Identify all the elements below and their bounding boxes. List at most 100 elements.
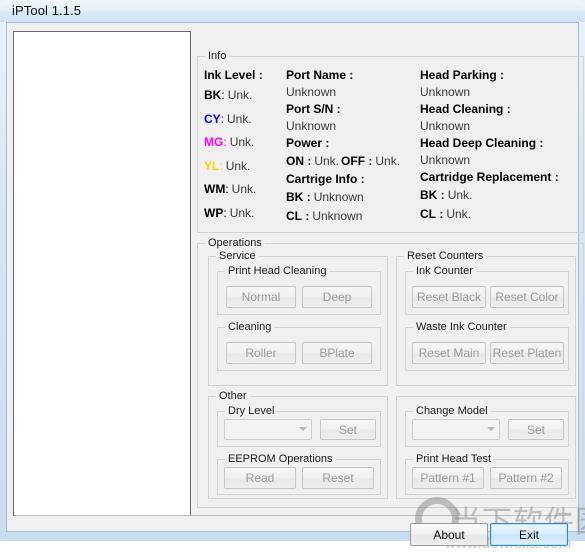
normal-clean-button[interactable]: Normal	[226, 286, 296, 308]
change-model-set-button[interactable]: Set	[508, 419, 564, 440]
head-deep-cleaning-label: Head Deep Cleaning :	[420, 136, 544, 150]
reset-platen-button[interactable]: Reset Platen	[490, 342, 564, 364]
info-group-label: Info	[205, 50, 230, 62]
info-head-column: Head Parking : Unknown Head Cleaning : U…	[420, 67, 580, 224]
about-button[interactable]: About	[410, 523, 488, 546]
ink-row-cy: CY: Unk.	[204, 108, 292, 132]
ink-key-mg: MG	[204, 135, 224, 149]
exit-button[interactable]: Exit	[490, 523, 568, 546]
print-head-test-group: Print Head Test Pattern #1 Pattern #2	[405, 453, 569, 495]
application-window: iPTool 1.1.5 Info Ink Level : BK: Unk. CY…	[0, 0, 585, 552]
ink-row-bk: BK: Unk.	[204, 84, 292, 108]
ink-row-mg: MG: Unk.	[204, 131, 292, 155]
reset-main-button[interactable]: Reset Main	[412, 342, 486, 364]
bplate-clean-button[interactable]: BPlate	[302, 342, 372, 364]
reset-counters-group: Reset Counters Ink Counter Reset Black R…	[396, 250, 576, 386]
ink-row-wp: WP: Unk.	[204, 202, 292, 226]
service-group-label: Service	[216, 250, 259, 262]
power-row: ON : Unk. OFF : Unk.	[286, 154, 401, 168]
port-sn-label: Port S/N :	[286, 102, 341, 116]
ink-row-wm: WM: Unk.	[204, 178, 292, 202]
operations-group-label: Operations	[205, 237, 265, 249]
ink-value-mg: Unk.	[229, 135, 255, 149]
port-name-label: Port Name :	[286, 68, 354, 82]
print-head-cleaning-label: Print Head Cleaning	[225, 265, 330, 277]
port-name-value: Unknown	[286, 85, 337, 99]
title-bar: iPTool 1.1.5	[0, 0, 585, 22]
cartridge-info-label: Cartrige Info :	[286, 172, 365, 186]
cleaning-group: Cleaning Roller BPlate	[217, 321, 381, 371]
ink-key-yl: YL	[204, 158, 220, 173]
head-cleaning-label: Head Cleaning :	[420, 102, 511, 116]
preview-panel[interactable]	[13, 31, 191, 516]
other-group: Other Dry Level Set EEPROM Operations Re…	[208, 390, 388, 499]
roller-clean-button[interactable]: Roller	[226, 342, 296, 364]
reset-black-button[interactable]: Reset Black	[412, 286, 486, 308]
cartridge-bk-row: BK : Unknown	[286, 190, 364, 204]
ink-value-wp: Unk.	[229, 205, 255, 220]
window-title: iPTool 1.1.5	[12, 3, 82, 18]
info-port-column: Port Name : Unknown Port S/N : Unknown P…	[286, 67, 416, 226]
dry-level-label: Dry Level	[225, 405, 278, 417]
cartridge-cl-value: Unknown	[312, 209, 363, 223]
power-on-key: ON	[286, 154, 304, 168]
info-ink-level-column: Ink Level : BK: Unk. CY: Unk. MG: Unk. YL: U…	[204, 67, 292, 225]
change-model-group: Change Model Set	[405, 405, 569, 447]
other-group-label: Other	[216, 390, 250, 402]
ink-level-heading: Ink Level :	[204, 68, 263, 82]
port-sn-value: Unknown	[286, 119, 337, 133]
replacement-bk-row: BK : Unk.	[420, 188, 473, 202]
cartridge-replacement-label: Cartridge Replacement :	[420, 170, 559, 184]
head-parking-label: Head Parking :	[420, 68, 505, 82]
ink-key-bk: BK	[204, 88, 222, 102]
ink-key-cy: CY	[204, 111, 221, 126]
cartridge-cl-key: CL	[286, 209, 302, 223]
change-model-outer-group: Change Model Set Print Head Test Pattern…	[396, 396, 576, 499]
dry-level-combobox[interactable]	[224, 419, 312, 440]
eeprom-operations-group: EEPROM Operations Read Reset	[217, 453, 381, 495]
footer-divider	[15, 515, 571, 516]
replacement-bk-key: BK	[420, 188, 438, 202]
eeprom-read-button[interactable]: Read	[224, 467, 296, 489]
pattern-1-button[interactable]: Pattern #1	[412, 467, 484, 489]
head-parking-value: Unknown	[420, 85, 471, 99]
power-off-value: Unk.	[375, 154, 401, 168]
ink-key-wp: WP	[204, 205, 224, 220]
ink-value-wm: Unk.	[231, 182, 257, 196]
info-group: Info Ink Level : BK: Unk. CY: Unk. MG: Unk.…	[197, 50, 584, 233]
ink-value-bk: Unk.	[227, 88, 253, 102]
waste-ink-counter-label: Waste Ink Counter	[413, 321, 510, 333]
chevron-down-icon	[487, 427, 495, 431]
ink-value-yl: Unk.	[225, 158, 251, 173]
power-label: Power :	[286, 136, 330, 150]
cartridge-bk-value: Unknown	[313, 190, 364, 204]
client-area: Info Ink Level : BK: Unk. CY: Unk. MG: Unk.…	[6, 22, 585, 552]
dry-level-group: Dry Level Set	[217, 405, 381, 447]
service-group: Service Print Head Cleaning Normal Deep …	[208, 250, 388, 386]
change-model-combobox[interactable]	[412, 419, 500, 440]
cleaning-group-label: Cleaning	[225, 321, 275, 333]
dry-level-set-button[interactable]: Set	[320, 419, 376, 440]
replacement-cl-row: CL : Unk.	[420, 207, 472, 221]
reset-counters-label: Reset Counters	[404, 250, 487, 262]
pattern-2-button[interactable]: Pattern #2	[490, 467, 562, 489]
head-cleaning-value: Unknown	[420, 119, 471, 133]
chevron-down-icon	[299, 427, 307, 431]
deep-clean-button[interactable]: Deep	[302, 286, 372, 308]
ink-counter-group: Ink Counter Reset Black Reset Color	[405, 265, 569, 315]
reset-color-button[interactable]: Reset Color	[490, 286, 564, 308]
eeprom-operations-label: EEPROM Operations	[225, 453, 336, 465]
ink-key-wm: WM	[204, 182, 226, 196]
power-off-key: OFF	[341, 154, 366, 168]
print-head-test-label: Print Head Test	[413, 453, 495, 465]
operations-group: Operations Service Print Head Cleaning N…	[197, 237, 584, 508]
head-deep-cleaning-value: Unknown	[420, 153, 471, 167]
eeprom-reset-button[interactable]: Reset	[302, 467, 374, 489]
waste-ink-counter-group: Waste Ink Counter Reset Main Reset Plate…	[405, 321, 569, 371]
ink-value-cy: Unk.	[227, 111, 252, 126]
ink-counter-label: Ink Counter	[413, 265, 476, 277]
cartridge-cl-row: CL : Unknown	[286, 209, 363, 223]
power-on-value: Unk.	[314, 154, 340, 168]
ink-row-yl: YL: Unk.	[204, 155, 292, 179]
replacement-bk-value: Unk.	[447, 188, 473, 202]
